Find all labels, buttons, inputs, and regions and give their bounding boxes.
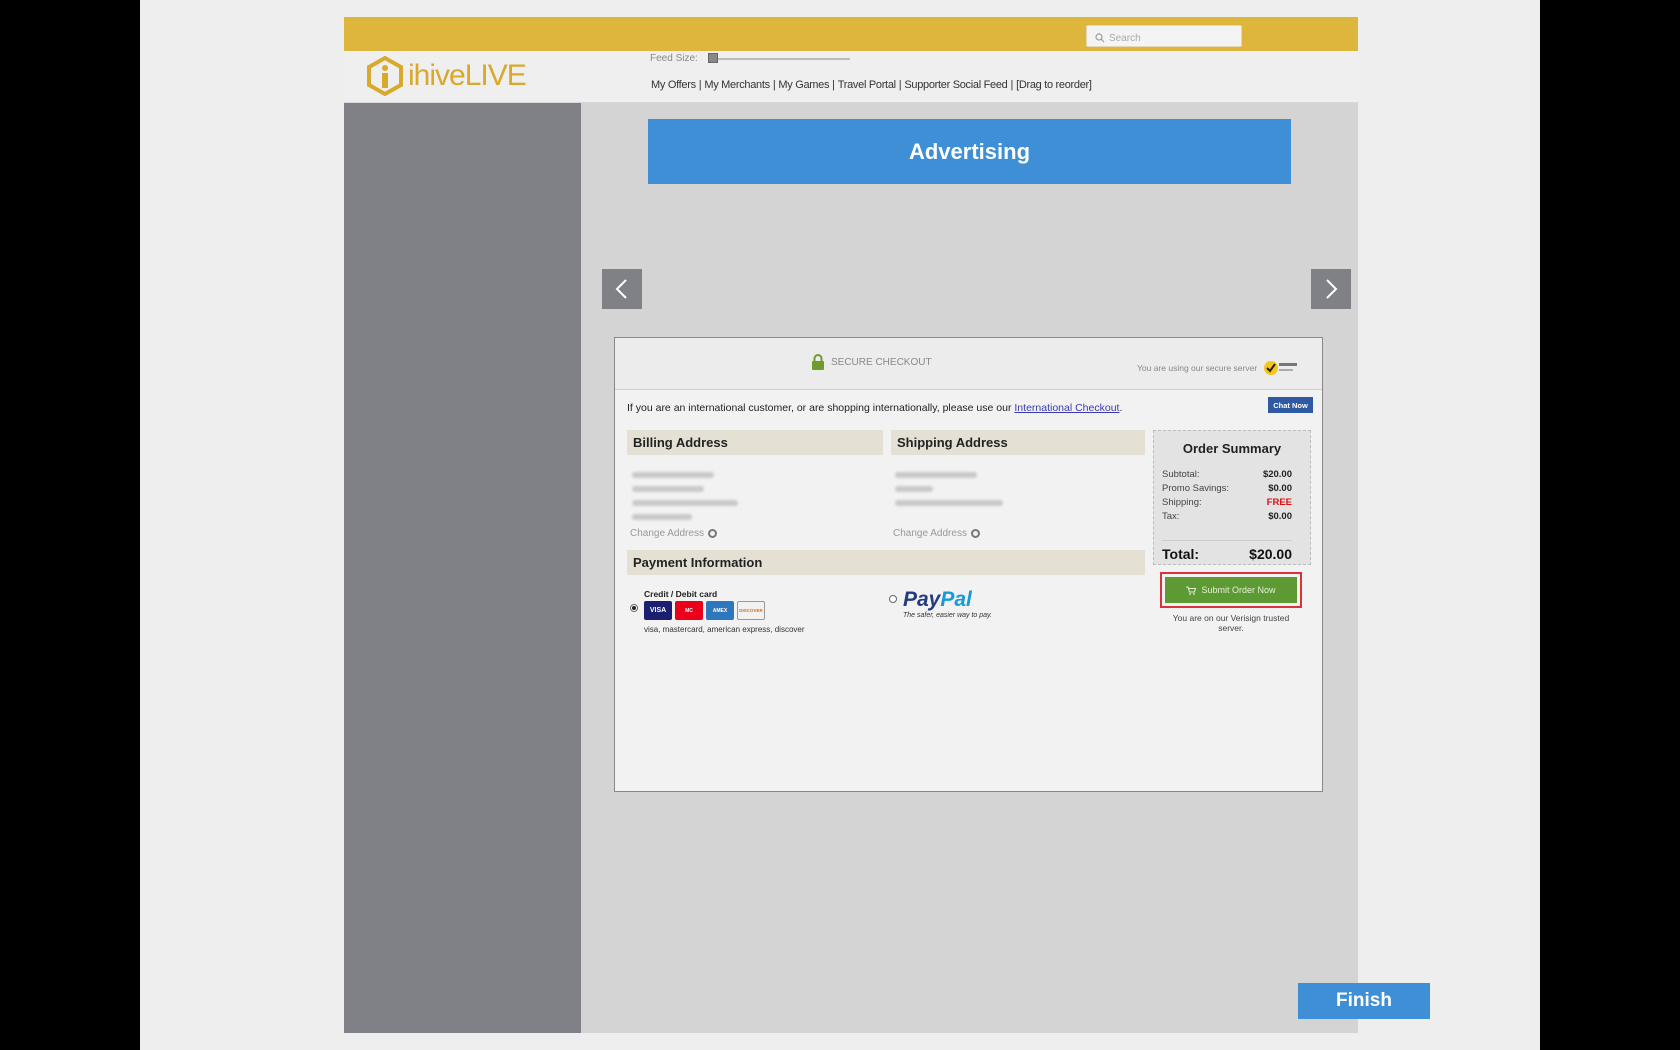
nav-my-merchants[interactable]: My Merchants xyxy=(704,79,770,91)
paypal-radio[interactable] xyxy=(889,595,897,603)
international-checkout-link[interactable]: International Checkout xyxy=(1014,402,1119,414)
top-bar: Search xyxy=(344,17,1358,51)
summary-value: FREE xyxy=(1266,497,1292,508)
logo[interactable]: ihiveLIVE xyxy=(366,56,527,96)
summary-label: Subtotal: xyxy=(1162,469,1200,480)
nav-travel-portal[interactable]: Travel Portal xyxy=(838,79,896,91)
hive-logo-icon xyxy=(367,56,403,96)
search-input[interactable]: Search xyxy=(1086,25,1242,47)
total-value: $20.00 xyxy=(1249,546,1292,562)
discover-card-icon: DISCOVER xyxy=(737,601,765,620)
summary-label: Shipping: xyxy=(1162,497,1202,508)
secure-checkout: SECURE CHECKOUT xyxy=(811,354,932,370)
order-summary-title: Order Summary xyxy=(1182,441,1282,456)
billing-change-address-label: Change Address xyxy=(630,528,704,539)
nav-my-offers[interactable]: My Offers xyxy=(651,79,696,91)
summary-label: Promo Savings: xyxy=(1162,483,1230,494)
logo-part-ihive: ihive xyxy=(408,59,466,92)
logo-part-live: LIVE xyxy=(464,59,527,92)
advertising-banner[interactable]: Advertising xyxy=(648,119,1291,184)
paypal-tagline: The safer, easier way to pay. xyxy=(903,612,992,619)
checkout-header: SECURE CHECKOUT You are using our secure… xyxy=(615,338,1322,390)
cart-icon xyxy=(1186,586,1197,595)
feed-size-slider-thumb[interactable] xyxy=(708,53,718,63)
credit-card-label: Credit / Debit card xyxy=(644,589,718,599)
finish-button[interactable]: Finish xyxy=(1298,983,1430,1019)
nav-drag-to-reorder: [Drag to reorder] xyxy=(1016,79,1092,91)
total-label: Total: xyxy=(1162,546,1200,562)
order-summary: Order Summary Subtotal: $20.00 Promo Savi… xyxy=(1153,430,1311,565)
billing-change-address[interactable]: Change Address xyxy=(630,528,717,539)
summary-value: $0.00 xyxy=(1268,483,1292,494)
lock-icon xyxy=(812,354,824,370)
nav-links: My Offers | My Merchants | My Games | Travel P… xyxy=(651,79,1092,91)
paypal-logo-pal: Pal xyxy=(940,588,972,611)
accepted-cards-text: visa, mastercard, american express, disc… xyxy=(644,625,805,634)
mastercard-card-icon: MC xyxy=(675,601,703,620)
shipping-change-address-label: Change Address xyxy=(893,528,967,539)
nav-my-games[interactable]: My Games xyxy=(778,79,829,91)
international-text: If you are an international customer, or… xyxy=(627,402,1012,414)
location-pin-icon xyxy=(707,529,717,538)
sidebar xyxy=(344,103,581,1033)
logo-text: ihiveLIVE xyxy=(408,59,527,93)
submit-order-button[interactable]: Submit Order Now xyxy=(1165,577,1297,603)
location-pin-icon xyxy=(970,529,980,538)
checkout-panel: SECURE CHECKOUT You are using our secure… xyxy=(614,337,1323,792)
search-placeholder: Search xyxy=(1109,32,1141,44)
shipping-address-heading: Shipping Address xyxy=(891,430,1145,455)
feed-size-slider-track[interactable] xyxy=(710,58,850,60)
feed-size-label: Feed Size: xyxy=(650,53,698,64)
screen: Search ihiveLIVE Feed Size: My Offers | My… xyxy=(140,0,1540,1050)
paypal-logo: PayPal xyxy=(903,588,972,612)
app-window: Search ihiveLIVE Feed Size: My Offers | My… xyxy=(344,17,1358,1033)
billing-address-heading: Billing Address xyxy=(627,430,883,455)
carousel-next-button[interactable] xyxy=(1311,269,1351,309)
norton-seal-icon xyxy=(1264,361,1298,375)
amex-card-icon: AMEX xyxy=(706,601,734,620)
summary-total: Total: $20.00 xyxy=(1162,540,1292,562)
secure-checkout-label: SECURE CHECKOUT xyxy=(831,356,932,368)
search-icon xyxy=(1095,33,1105,43)
submit-order-highlight: Submit Order Now xyxy=(1160,572,1302,608)
secure-server-notice: You are using our secure server xyxy=(1137,358,1299,378)
submit-order-label: Submit Order Now xyxy=(1201,585,1276,595)
nav-supporter-social-feed[interactable]: Supporter Social Feed xyxy=(904,79,1007,91)
summary-row-shipping: Shipping: FREE xyxy=(1162,497,1292,508)
summary-label: Tax: xyxy=(1162,511,1180,522)
summary-value: $20.00 xyxy=(1262,469,1292,480)
payment-information-heading: Payment Information xyxy=(627,550,1145,575)
international-notice: If you are an international customer, or… xyxy=(627,402,1123,414)
shipping-change-address[interactable]: Change Address xyxy=(893,528,980,539)
summary-row-tax: Tax: $0.00 xyxy=(1162,511,1292,522)
chat-now-button[interactable]: Chat Now xyxy=(1268,397,1313,413)
summary-row-subtotal: Subtotal: $20.00 xyxy=(1162,469,1292,480)
header: ihiveLIVE Feed Size: My Offers | My Mercha… xyxy=(344,51,1358,103)
carousel-prev-button[interactable] xyxy=(602,269,642,309)
credit-card-radio[interactable] xyxy=(630,604,638,612)
summary-value: $0.00 xyxy=(1268,511,1292,522)
paypal-logo-pay: Pay xyxy=(903,588,941,611)
chevron-right-icon xyxy=(1326,279,1338,299)
secure-server-text: You are using our secure server xyxy=(1137,363,1258,373)
summary-row-promo: Promo Savings: $0.00 xyxy=(1162,483,1292,494)
visa-card-icon: VISA xyxy=(644,601,672,620)
verisign-notice: You are on our Verisign trusted server. xyxy=(1172,613,1290,633)
chevron-left-icon xyxy=(615,279,627,299)
card-logos: VISA MC AMEX DISCOVER xyxy=(644,601,765,620)
